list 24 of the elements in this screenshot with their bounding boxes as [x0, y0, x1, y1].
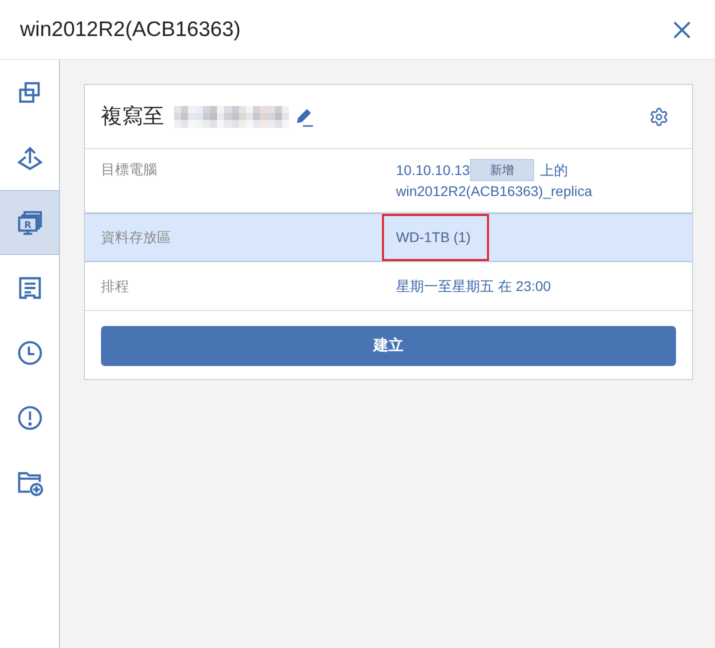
edit-button[interactable] [294, 106, 314, 126]
field-label: 資料存放區 [101, 228, 171, 247]
field-value[interactable]: WD-1TB (1) [396, 227, 471, 248]
window-title: win2012R2(ACB16363) [20, 16, 241, 43]
create-button[interactable]: 建立 [101, 326, 676, 366]
sidebar-item[interactable]: R [0, 190, 59, 255]
arrow-up-diamond-icon [16, 144, 42, 170]
document-lines-icon [16, 274, 42, 300]
target-suffix: 上的 [540, 160, 568, 180]
replica-name: win2012R2(ACB16363)_replica [396, 182, 592, 201]
add-button[interactable]: 新增 [470, 159, 534, 181]
folder-add-icon [16, 470, 42, 496]
alert-icon [16, 404, 42, 430]
card-title: 複寫至 [101, 104, 164, 130]
settings-icon [649, 106, 669, 126]
target-address: 10.10.10.13 [396, 160, 470, 180]
field-label: 目標電腦 [101, 160, 157, 179]
clock-icon [16, 340, 42, 366]
settings-row[interactable]: 資料存放區 WD-1TB (1) [85, 213, 692, 262]
settings-button[interactable] [649, 106, 669, 126]
pencil-icon [294, 106, 314, 126]
field-value[interactable]: 星期一至星期五 在 23:00 [396, 276, 551, 296]
field-label: 排程 [101, 276, 129, 296]
overlapping-squares-icon [16, 80, 42, 106]
